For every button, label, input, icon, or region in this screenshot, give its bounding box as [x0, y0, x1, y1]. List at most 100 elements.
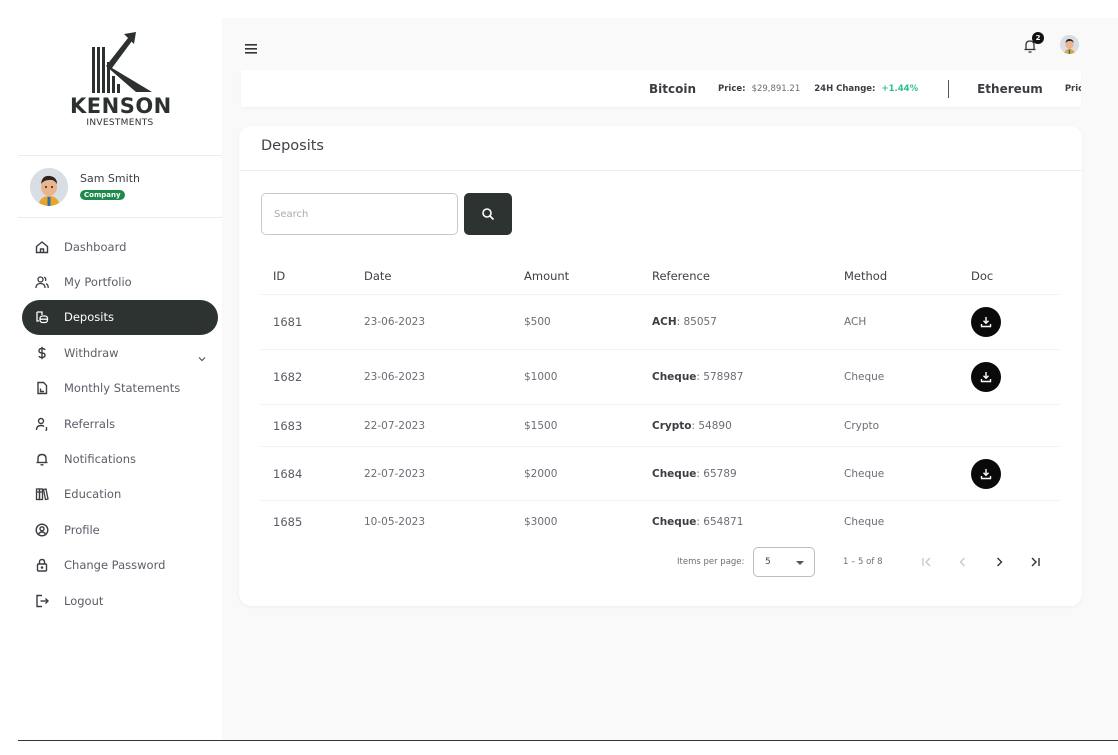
sidebar-item-label: Withdraw: [64, 345, 119, 360]
table-row: 1681 23-06-2023 $500 ACH: 85057 ACH: [261, 295, 1059, 350]
ticker-coin-name: Bitcoin: [649, 81, 697, 96]
dollar-icon: [34, 345, 50, 361]
cell-method: Cheque: [844, 371, 885, 383]
user-profile[interactable]: Sam Smith Company: [30, 168, 220, 208]
cell-id: 1682: [273, 370, 303, 384]
sidebar-item-monthly-statements[interactable]: Monthly Statements: [22, 371, 218, 406]
sidebar-item-label: Deposits: [64, 310, 114, 325]
dropdown-arrow-icon: [796, 561, 804, 565]
search-button[interactable]: [464, 193, 512, 235]
last-page-button[interactable]: [1025, 552, 1045, 572]
table-row: 1682 23-06-2023 $1000 Cheque: 578987 Che…: [261, 350, 1059, 405]
divider: [18, 217, 222, 218]
divider: [239, 170, 1082, 171]
reference-type: Crypto: [652, 419, 692, 432]
download-icon: [980, 469, 992, 480]
reference-type: Cheque: [652, 516, 697, 528]
ticker-price-label: Price:: [1064, 83, 1081, 94]
avatar-icon: [30, 168, 68, 206]
cell-method: ACH: [844, 316, 867, 328]
cell-method: Crypto: [844, 419, 880, 432]
cell-amount: $500: [524, 316, 551, 328]
column-header-method: Method: [844, 269, 888, 283]
cell-reference: Cheque: 65789: [652, 468, 737, 480]
ticker-coin-name: Ethereum: [977, 81, 1043, 96]
cell-date: 10-05-2023: [364, 516, 426, 528]
cell-date: 23-06-2023: [364, 371, 426, 383]
table-row: 1685 10-05-2023 $3000 Cheque: 654871 Che…: [261, 501, 1059, 543]
bell-icon: [34, 451, 50, 467]
pagination-range: 1 – 5 of 8: [843, 557, 883, 567]
cell-method: Cheque: [844, 467, 885, 480]
logo-mark-icon: [92, 32, 152, 93]
sidebar-item-notifications[interactable]: Notifications: [22, 441, 218, 476]
deposits-table: ID Date Amount Reference Method Doc 1681…: [261, 258, 1059, 543]
deposits-card: Deposits ID Date Amount Reference Method…: [239, 126, 1082, 606]
next-page-button[interactable]: [989, 552, 1009, 572]
chevron-down-icon[interactable]: [198, 347, 206, 366]
page-title: Deposits: [261, 138, 324, 154]
reference-number: : 54890: [691, 419, 732, 432]
column-header-doc: Doc: [971, 269, 994, 283]
brand-logo: KENSON INVESTMENTS: [70, 32, 171, 132]
cell-date: 22-07-2023: [364, 419, 426, 432]
sidebar-item-profile[interactable]: Profile: [22, 512, 218, 547]
sidebar-item-withdraw[interactable]: Withdraw: [22, 335, 218, 370]
ticker-price-label: Price:: [718, 83, 746, 94]
sidebar: KENSON INVESTMENTS Sam Smith Company Das…: [18, 18, 222, 740]
cell-method: Cheque: [844, 516, 885, 528]
books-icon: [34, 486, 50, 502]
users-icon: [34, 274, 50, 290]
menu-toggle-icon[interactable]: [245, 39, 259, 54]
user-circle-icon: [34, 522, 50, 538]
pagination: Items per page: 5 1 – 5 of 8: [677, 547, 1077, 577]
sidebar-item-education[interactable]: Education: [22, 477, 218, 512]
bottom-border: [18, 740, 1118, 741]
sidebar-item-label: Change Password: [64, 558, 166, 573]
first-page-button[interactable]: [917, 552, 937, 572]
table-row: 1683 22-07-2023 $1500 Crypto: 54890 Cryp…: [261, 405, 1059, 447]
cell-amount: $1500: [524, 419, 558, 432]
cell-date: 23-06-2023: [364, 316, 426, 328]
divider: [18, 155, 222, 156]
download-doc-button[interactable]: [971, 362, 1001, 392]
sidebar-item-label: Profile: [64, 522, 100, 537]
cell-reference: Cheque: 654871: [652, 516, 743, 528]
logout-icon: [34, 593, 50, 609]
reference-number: : 654871: [696, 516, 744, 528]
reference-type: Cheque: [652, 467, 697, 480]
last-page-icon: [1031, 557, 1040, 567]
cell-id: 1681: [273, 315, 303, 329]
items-per-page-label: Items per page:: [677, 557, 745, 567]
reference-type: ACH: [652, 316, 677, 328]
search-input[interactable]: [261, 193, 458, 235]
cell-reference: Cheque: 578987: [652, 371, 743, 383]
sidebar-item-deposits[interactable]: Deposits: [22, 299, 218, 336]
previous-page-button[interactable]: [953, 552, 973, 572]
avatar: [30, 168, 68, 206]
download-doc-button[interactable]: [971, 459, 1001, 489]
user-name: Sam Smith: [80, 172, 140, 185]
ticker-row: Bitcoin Price: $29,891.21 24H Change: +1…: [649, 70, 1081, 107]
sidebar-item-logout[interactable]: Logout: [22, 583, 218, 618]
items-per-page-select[interactable]: 5: [753, 547, 815, 577]
items-per-page-value: 5: [765, 557, 771, 567]
header-avatar[interactable]: [1060, 35, 1079, 54]
cell-date: 22-07-2023: [364, 467, 426, 480]
sidebar-item-referrals[interactable]: Referrals: [22, 406, 218, 441]
sidebar-item-my-portfolio[interactable]: My Portfolio: [22, 264, 218, 299]
cell-id: 1684: [273, 466, 303, 481]
app-frame: KENSON INVESTMENTS Sam Smith Company Das…: [18, 18, 1118, 740]
user-referral-icon: [34, 416, 50, 432]
sidebar-item-dashboard[interactable]: Dashboard: [22, 229, 218, 264]
search-icon: [482, 208, 495, 221]
reference-number: : 578987: [696, 371, 744, 383]
cell-id: 1683: [273, 418, 303, 433]
sidebar-item-change-password[interactable]: Change Password: [22, 548, 218, 583]
table-header: ID Date Amount Reference Method Doc: [261, 258, 1059, 295]
sidebar-item-label: Education: [64, 487, 122, 502]
ticker-change-label: 24H Change:: [814, 83, 876, 94]
download-doc-button[interactable]: [971, 307, 1001, 337]
sidebar-item-label: Notifications: [64, 452, 136, 467]
lock-icon: [34, 557, 50, 573]
